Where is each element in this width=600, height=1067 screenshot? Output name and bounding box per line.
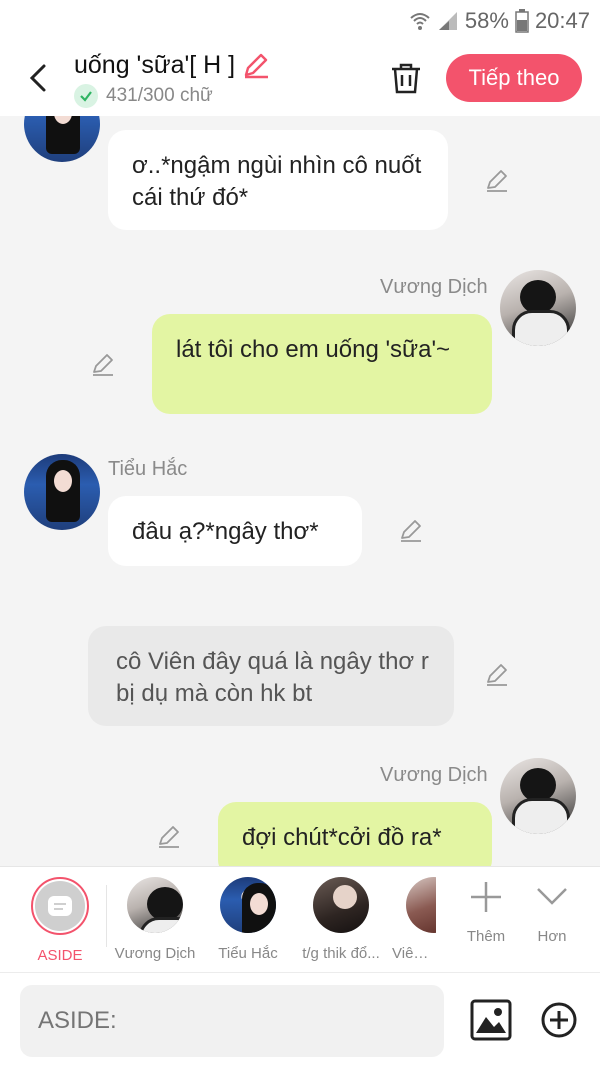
header: uống 'sữa'[ H ] 431/300 chữ Tiếp theo	[0, 44, 600, 116]
character-tg[interactable]: t/g thik đổ...	[298, 877, 384, 962]
edit-message-pencil-icon[interactable]	[484, 662, 510, 688]
chevron-down-icon	[537, 888, 567, 905]
avatar-vien	[406, 877, 436, 933]
input-bar	[0, 972, 600, 1067]
chat-area[interactable]: ơ..*ngậm ngùi nhìn cô nuốt cái thứ đó* V…	[0, 116, 600, 866]
character-label: Viên N	[392, 945, 436, 962]
signal-icon	[438, 12, 457, 30]
character-label: Vương Dịch	[114, 945, 196, 962]
aside-selected-ring	[31, 877, 89, 935]
avatar-vuong-dich[interactable]	[500, 758, 576, 834]
message-bubble[interactable]: đợi chút*cởi đồ ra*	[218, 802, 492, 866]
message-bubble[interactable]: ơ..*ngậm ngùi nhìn cô nuốt cái thứ đó*	[108, 130, 448, 230]
message-bubble[interactable]: lát tôi cho em uống 'sữa'~	[152, 314, 492, 414]
avatar-tieu-hac	[220, 877, 276, 933]
edit-message-pencil-icon[interactable]	[484, 168, 510, 194]
edit-title-pencil-icon[interactable]	[241, 50, 271, 80]
plus-icon	[471, 882, 501, 912]
delete-button[interactable]	[386, 58, 426, 98]
add-label: Thêm	[466, 928, 506, 945]
character-label: t/g thik đổ...	[302, 945, 380, 962]
more-button[interactable]: Hơn	[522, 879, 582, 945]
aside-icon	[48, 896, 72, 916]
speaker-name: Vương Dịch	[380, 764, 488, 786]
divider	[106, 885, 107, 947]
status-bar: 58% 20:47	[0, 0, 600, 44]
trash-icon	[392, 63, 420, 94]
avatar-tieu-hac[interactable]	[24, 454, 100, 530]
next-button[interactable]: Tiếp theo	[446, 54, 582, 102]
avatar-tieu-hac[interactable]	[24, 116, 100, 162]
avatar-vuong-dich	[127, 877, 183, 933]
avatar-vuong-dich[interactable]	[500, 270, 576, 346]
speaker-name: Vương Dịch	[380, 276, 488, 298]
check-icon	[74, 84, 98, 108]
character-label: ASIDE	[37, 947, 83, 964]
edit-message-pencil-icon[interactable]	[90, 352, 116, 378]
more-label: Hơn	[537, 928, 567, 945]
battery-percent: 58%	[464, 8, 509, 33]
character-vuong-dich[interactable]: Vương Dịch	[114, 877, 196, 962]
status-icons: 58% 20:47	[409, 8, 590, 34]
word-count: 431/300 chữ	[106, 85, 213, 106]
clock: 20:47	[534, 8, 590, 33]
edit-message-pencil-icon[interactable]	[156, 824, 182, 850]
chevron-left-icon	[29, 64, 46, 92]
character-aside[interactable]: ASIDE	[24, 877, 96, 964]
edit-message-pencil-icon[interactable]	[398, 518, 424, 544]
aside-bubble[interactable]: cô Viên đây quá là ngây thơ r bị dụ mà c…	[88, 626, 454, 726]
add-character-button[interactable]: Thêm	[456, 879, 516, 945]
message-input[interactable]	[20, 985, 444, 1057]
story-title-area: uống 'sữa'[ H ] 431/300 chữ	[74, 50, 271, 108]
message-bubble[interactable]: đâu ạ?*ngây thơ*	[108, 496, 362, 566]
wifi-icon	[410, 13, 430, 30]
back-button[interactable]	[18, 58, 58, 98]
character-label: Tiểu Hắc	[218, 945, 278, 962]
battery-icon	[515, 9, 529, 33]
character-bar: ASIDE Vương Dịch Tiểu Hắc t/g thik đổ...…	[0, 866, 600, 972]
speaker-name: Tiểu Hắc	[108, 458, 188, 480]
avatar-tg	[313, 877, 369, 933]
story-title[interactable]: uống 'sữa'[ H ]	[74, 51, 235, 80]
character-vien[interactable]: Viên N	[392, 877, 436, 962]
character-tieu-hac[interactable]: Tiểu Hắc	[210, 877, 286, 962]
add-circle-icon[interactable]	[540, 1001, 578, 1039]
image-icon[interactable]	[470, 999, 512, 1041]
